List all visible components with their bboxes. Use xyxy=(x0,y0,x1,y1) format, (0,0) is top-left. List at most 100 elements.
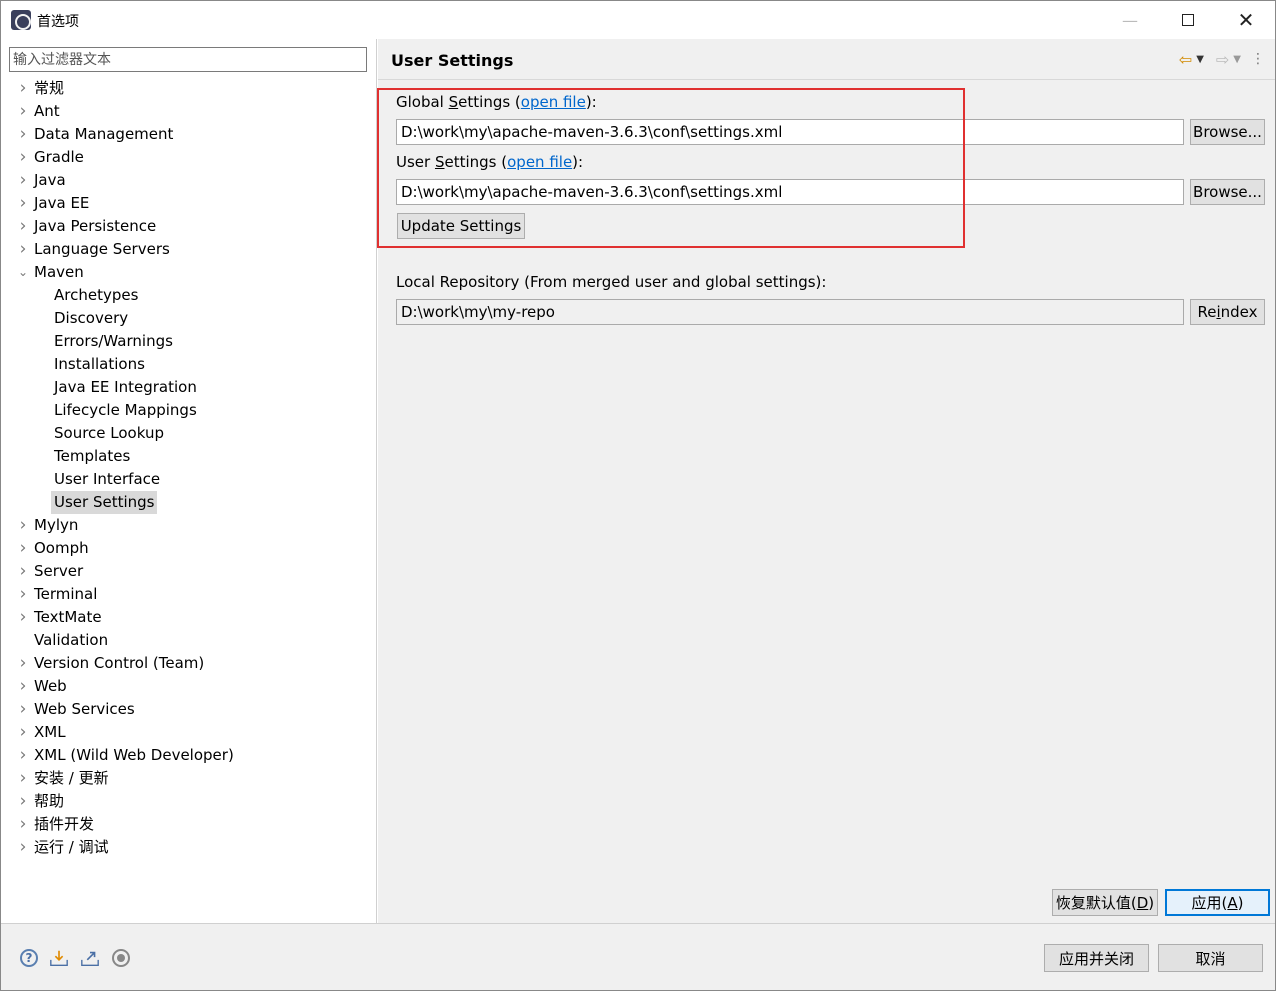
restore-defaults-button[interactable]: 恢复默认值(D) xyxy=(1052,889,1158,916)
chevron-right-icon[interactable]: › xyxy=(17,813,29,836)
tree-item[interactable]: › Server xyxy=(1,560,377,583)
import-icon[interactable] xyxy=(49,948,69,968)
chevron-right-icon[interactable]: › xyxy=(17,537,29,560)
chevron-right-icon[interactable]: › xyxy=(17,238,29,261)
apply-label: 应用( xyxy=(1191,894,1228,912)
chevron-right-icon[interactable]: › xyxy=(17,100,29,123)
tree-item[interactable]: › 运行 / 调试 xyxy=(1,836,377,859)
chevron-right-icon[interactable]: › xyxy=(17,192,29,215)
tree-item[interactable]: ⌄ Maven xyxy=(1,261,377,284)
tree-item[interactable]: › Web Services xyxy=(1,698,377,721)
tree-child-item[interactable]: Discovery xyxy=(1,307,377,330)
view-menu-icon[interactable]: ⋮ xyxy=(1251,51,1265,67)
minimize-button[interactable]: — xyxy=(1101,1,1159,39)
user-settings-path-input[interactable]: D:\work\my\apache-maven-3.6.3\conf\setti… xyxy=(396,179,1184,205)
chevron-right-icon[interactable]: › xyxy=(17,744,29,767)
chevron-right-icon[interactable]: › xyxy=(17,583,29,606)
tree-item[interactable]: › 常规 xyxy=(1,77,377,100)
chevron-right-icon[interactable]: › xyxy=(17,767,29,790)
chevron-right-icon[interactable]: › xyxy=(17,721,29,744)
chevron-right-icon[interactable]: › xyxy=(17,77,29,100)
tree-item[interactable]: › Java EE xyxy=(1,192,377,215)
tree-item[interactable]: › 插件开发 xyxy=(1,813,377,836)
tree-item[interactable]: › Terminal xyxy=(1,583,377,606)
chevron-down-icon[interactable]: ⌄ xyxy=(17,261,29,284)
tree-child-item[interactable]: Templates xyxy=(1,445,377,468)
page-title: User Settings xyxy=(391,51,514,70)
tree-item[interactable]: › Java xyxy=(1,169,377,192)
help-icon[interactable]: ? xyxy=(19,948,39,968)
tree-child-item[interactable]: User Settings xyxy=(1,491,377,514)
tree-child-item[interactable]: Archetypes xyxy=(1,284,377,307)
tree-item[interactable]: › Oomph xyxy=(1,537,377,560)
local-repository-path[interactable]: D:\work\my\my-repo xyxy=(396,299,1184,325)
apply-and-close-button[interactable]: 应用并关闭 xyxy=(1044,944,1149,972)
maximize-button[interactable] xyxy=(1159,1,1217,39)
filter-input[interactable] xyxy=(9,47,367,72)
tree-item[interactable]: › Mylyn xyxy=(1,514,377,537)
chevron-right-icon[interactable]: › xyxy=(17,215,29,238)
forward-dropdown-icon[interactable]: ▼ xyxy=(1233,54,1241,65)
global-browse-button[interactable]: Browse... xyxy=(1190,119,1265,145)
user-settings-label: User Settings (open file): xyxy=(396,153,583,171)
chevron-right-icon[interactable]: › xyxy=(17,146,29,169)
close-button[interactable]: ✕ xyxy=(1217,1,1275,39)
chevron-right-icon[interactable]: › xyxy=(17,790,29,813)
record-icon[interactable] xyxy=(111,948,131,968)
back-arrow-icon[interactable]: ⇦ xyxy=(1179,50,1192,69)
chevron-right-icon[interactable]: › xyxy=(17,123,29,146)
update-settings-button[interactable]: Update Settings xyxy=(397,213,525,239)
apply-button[interactable]: 应用(A) xyxy=(1165,889,1270,916)
export-icon[interactable] xyxy=(80,948,100,968)
tree-item[interactable]: › TextMate xyxy=(1,606,377,629)
chevron-right-icon[interactable]: › xyxy=(17,652,29,675)
reindex-button[interactable]: Re i ndex xyxy=(1190,299,1265,325)
tree-item[interactable]: › Gradle xyxy=(1,146,377,169)
restore-defaults-suffix: ) xyxy=(1148,893,1155,912)
chevron-right-icon[interactable]: › xyxy=(17,169,29,192)
chevron-right-icon[interactable]: › xyxy=(17,514,29,537)
tree-child-item[interactable]: Lifecycle Mappings xyxy=(1,399,377,422)
back-dropdown-icon[interactable]: ▼ xyxy=(1196,54,1204,65)
tree-item-label: Version Control (Team) xyxy=(34,654,205,672)
tree-child-item[interactable]: User Interface xyxy=(1,468,377,491)
tree-item-label: Data Management xyxy=(34,125,174,143)
cancel-button[interactable]: 取消 xyxy=(1158,944,1263,972)
tree-item-label: Java Persistence xyxy=(34,217,157,235)
tree-item-label: Gradle xyxy=(34,148,84,166)
tree-child-item[interactable]: Java EE Integration xyxy=(1,376,377,399)
tree-item[interactable]: › 安装 / 更新 xyxy=(1,767,377,790)
tree-item[interactable]: › Data Management xyxy=(1,123,377,146)
user-browse-button[interactable]: Browse... xyxy=(1190,179,1265,205)
chevron-right-icon[interactable]: › xyxy=(17,560,29,583)
tree-item[interactable]: › Ant xyxy=(1,100,377,123)
user-settings-mnemonic: S xyxy=(434,153,445,171)
chevron-right-icon[interactable]: › xyxy=(17,675,29,698)
tree-item-label: User Interface xyxy=(54,470,161,488)
tree-item-label: Java EE Integration xyxy=(54,378,197,396)
tree-item[interactable]: › Java Persistence xyxy=(1,215,377,238)
tree-item[interactable]: › XML xyxy=(1,721,377,744)
tree-item-label: 插件开发 xyxy=(34,815,95,833)
chevron-right-icon[interactable]: › xyxy=(17,698,29,721)
tree-item[interactable]: › Version Control (Team) xyxy=(1,652,377,675)
minimize-icon: — xyxy=(1122,10,1138,30)
user-open-file-link[interactable]: open file xyxy=(507,153,572,171)
tree-child-item[interactable]: Installations xyxy=(1,353,377,376)
tree-item-label: Java EE xyxy=(34,194,90,212)
global-open-file-link[interactable]: open file xyxy=(521,93,586,111)
tree-child-item[interactable]: Source Lookup xyxy=(1,422,377,445)
title-bar: 首选项 — ✕ xyxy=(1,1,1275,39)
chevron-right-icon[interactable]: › xyxy=(17,606,29,629)
tree-item[interactable]: › Web xyxy=(1,675,377,698)
tree-item[interactable]: › XML (Wild Web Developer) xyxy=(1,744,377,767)
tree-item[interactable]: › 帮助 xyxy=(1,790,377,813)
tree-item[interactable]: › Language Servers xyxy=(1,238,377,261)
tree-item-label: Language Servers xyxy=(34,240,170,258)
tree-item[interactable]: Validation xyxy=(1,629,377,652)
tree-child-item[interactable]: Errors/Warnings xyxy=(1,330,377,353)
forward-arrow-icon[interactable]: ⇨ xyxy=(1216,50,1229,69)
global-settings-path-input[interactable]: D:\work\my\apache-maven-3.6.3\conf\setti… xyxy=(396,119,1184,145)
page-nav-toolbar: ⇦ ▼ ⇨ ▼ ⋮ xyxy=(1179,49,1265,69)
chevron-right-icon[interactable]: › xyxy=(17,836,29,859)
